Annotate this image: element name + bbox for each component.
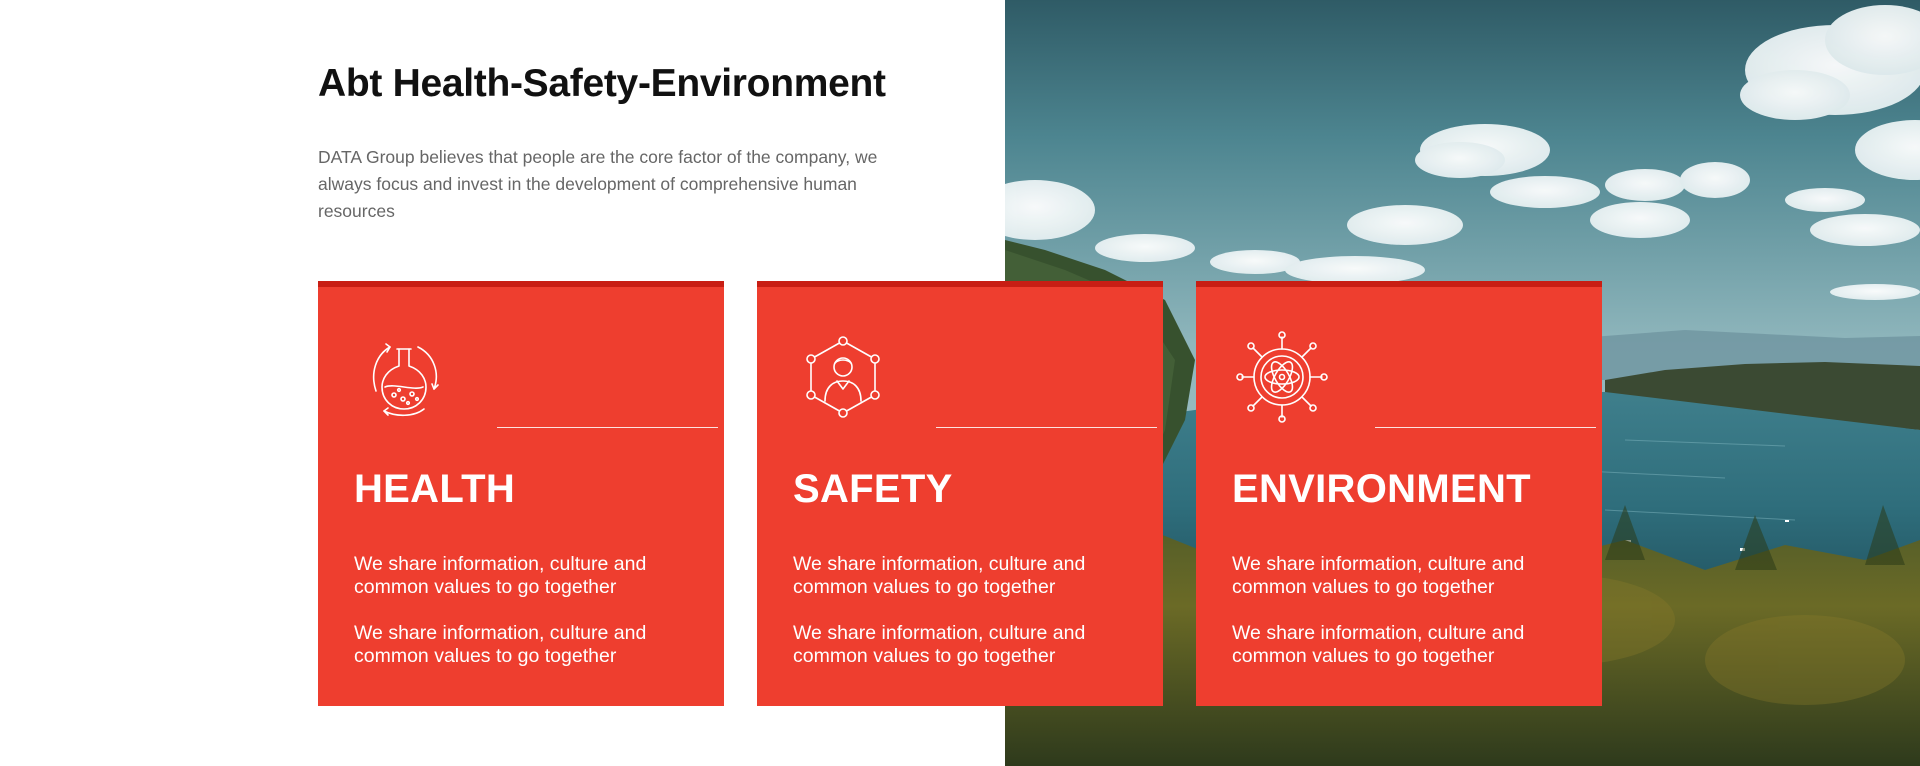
card-paragraph: We share information, culture and common… <box>793 622 1086 667</box>
card-title: SAFETY <box>793 467 953 511</box>
intro-description: DATA Group believes that people are the … <box>318 147 878 221</box>
card-paragraph: We share information, culture and common… <box>1232 622 1525 667</box>
card-body: We share information, culture and common… <box>1232 553 1572 691</box>
card-body: We share information, culture and common… <box>793 553 1133 691</box>
card-divider <box>936 427 1157 428</box>
card-paragraph: We share information, culture and common… <box>354 622 647 667</box>
page-title: Abt Health-Safety-Environment <box>318 62 886 105</box>
card-safety: SAFETY We share information, culture and… <box>757 281 1163 706</box>
page: Abt Health-Safety-Environment DATA Group… <box>0 0 1920 766</box>
card-title: ENVIRONMENT <box>1232 467 1531 511</box>
card-divider <box>497 427 718 428</box>
flask-cycle-icon <box>356 329 452 425</box>
card-body: We share information, culture and common… <box>354 553 694 691</box>
card-divider <box>1375 427 1596 428</box>
atom-network-icon <box>1234 329 1330 425</box>
card-health: HEALTH We share information, culture and… <box>318 281 724 706</box>
card-paragraph: We share information, culture and common… <box>354 553 647 598</box>
person-network-icon <box>795 329 891 425</box>
card-paragraph: We share information, culture and common… <box>793 553 1086 598</box>
card-environment: ENVIRONMENT We share information, cultur… <box>1196 281 1602 706</box>
card-title: HEALTH <box>354 467 516 511</box>
card-paragraph: We share information, culture and common… <box>1232 553 1525 598</box>
